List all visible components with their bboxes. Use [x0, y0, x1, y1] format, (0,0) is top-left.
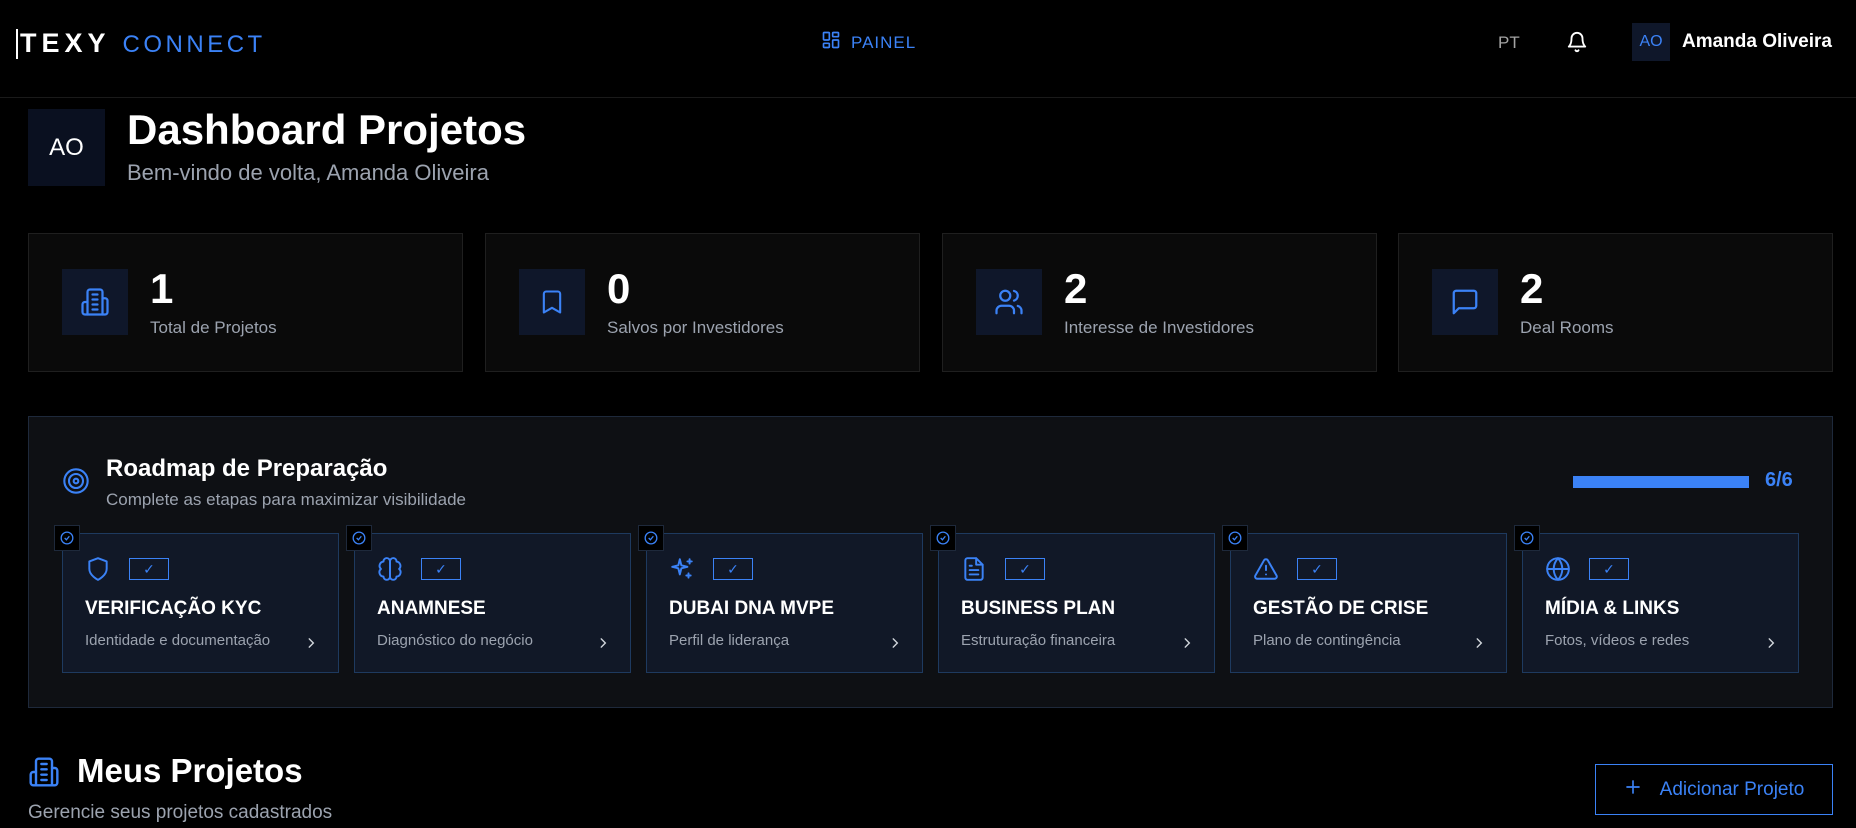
nav-painel-label: PAINEL: [851, 32, 917, 52]
step-check-badge: ✓: [129, 558, 169, 580]
stat-value: 2: [1064, 265, 1088, 312]
step-subtitle: Perfil de liderança: [669, 632, 790, 649]
roadmap-title: Roadmap de Preparação: [106, 455, 388, 482]
stat-value: 0: [607, 265, 631, 312]
brand-main: TEXY: [20, 28, 111, 58]
user-menu[interactable]: AO Amanda Oliveira: [1632, 23, 1832, 61]
step-title: MÍDIA & LINKS: [1545, 598, 1680, 619]
language-selector[interactable]: PT: [1498, 33, 1520, 53]
step-check-badge: ✓: [1589, 558, 1629, 580]
plus-icon: [1624, 778, 1642, 802]
chevron-right-icon: [1764, 634, 1778, 657]
page-avatar: AO: [28, 109, 105, 186]
stat-label: Deal Rooms: [1520, 318, 1614, 337]
globe-icon: [1545, 556, 1571, 587]
chevron-right-icon: [304, 634, 318, 657]
message-icon: [1432, 269, 1498, 335]
brand-logo[interactable]: TEXY CONNECT: [16, 28, 266, 59]
roadmap-step-dubai-dna[interactable]: ✓ DUBAI DNA MVPE Perfil de liderança: [638, 525, 923, 673]
stat-value: 1: [150, 265, 174, 312]
check-circle-icon: [638, 525, 664, 551]
step-subtitle: Identidade e documentação: [85, 632, 271, 649]
warning-icon: [1253, 556, 1279, 587]
add-project-label: Adicionar Projeto: [1659, 778, 1805, 800]
sparkles-icon: [669, 556, 695, 587]
stat-card-saved: 0 Salvos por Investidores: [485, 233, 920, 372]
step-check-badge: ✓: [1005, 558, 1045, 580]
roadmap-progress-count: 6/6: [1765, 469, 1793, 491]
bookmark-icon: [519, 269, 585, 335]
shield-icon: [85, 556, 111, 587]
stat-label: Interesse de Investidores: [1064, 318, 1254, 337]
chevron-right-icon: [1472, 634, 1486, 657]
stat-card-interest: 2 Interesse de Investidores: [942, 233, 1377, 372]
add-project-button[interactable]: Adicionar Projeto: [1595, 764, 1833, 815]
step-check-badge: ✓: [421, 558, 461, 580]
stat-card-total-projects: 1 Total de Projetos: [28, 233, 463, 372]
roadmap-step-kyc[interactable]: ✓ VERIFICAÇÃO KYC Identidade e documenta…: [54, 525, 339, 673]
nav-painel[interactable]: PAINEL: [821, 30, 916, 55]
step-subtitle: Plano de contingência: [1253, 632, 1401, 649]
step-title: GESTÃO DE CRISE: [1253, 598, 1429, 619]
stat-label: Total de Projetos: [150, 318, 277, 337]
chevron-right-icon: [888, 634, 902, 657]
roadmap-progress-fill: [1573, 476, 1749, 488]
brand-sub: CONNECT: [122, 31, 266, 58]
avatar: AO: [1632, 23, 1670, 61]
stat-value: 2: [1520, 265, 1544, 312]
building-icon: [62, 269, 128, 335]
check-circle-icon: [54, 525, 80, 551]
user-name: Amanda Oliveira: [1682, 31, 1832, 52]
projects-subtitle: Gerencie seus projetos cadastrados: [28, 802, 333, 823]
step-title: DUBAI DNA MVPE: [669, 598, 835, 619]
users-icon: [976, 269, 1042, 335]
step-subtitle: Estruturação financeira: [961, 632, 1116, 649]
stat-card-deal-rooms: 2 Deal Rooms: [1398, 233, 1833, 372]
roadmap-step-anamnese[interactable]: ✓ ANAMNESE Diagnóstico do negócio: [346, 525, 631, 673]
stat-label: Salvos por Investidores: [607, 318, 784, 337]
building-icon: [28, 756, 60, 793]
roadmap-panel: Roadmap de Preparação Complete as etapas…: [28, 416, 1833, 708]
step-check-badge: ✓: [1297, 558, 1337, 580]
step-check-badge: ✓: [713, 558, 753, 580]
roadmap-step-crisis[interactable]: ✓ GESTÃO DE CRISE Plano de contingência: [1222, 525, 1507, 673]
top-bar: TEXY CONNECT PAINEL PT AO Amanda Oliveir…: [0, 0, 1856, 98]
check-circle-icon: [346, 525, 372, 551]
check-circle-icon: [1514, 525, 1540, 551]
check-circle-icon: [930, 525, 956, 551]
projects-title: Meus Projetos: [77, 752, 303, 789]
file-icon: [961, 556, 987, 587]
brain-icon: [377, 556, 403, 587]
step-title: VERIFICAÇÃO KYC: [85, 598, 262, 619]
bell-icon[interactable]: [1566, 30, 1588, 59]
step-title: BUSINESS PLAN: [961, 598, 1116, 619]
text-cursor: [16, 28, 18, 59]
check-circle-icon: [1222, 525, 1248, 551]
step-title: ANAMNESE: [377, 598, 486, 619]
page-title: Dashboard Projetos: [127, 106, 527, 153]
chevron-right-icon: [1180, 634, 1194, 657]
chevron-right-icon: [596, 634, 610, 657]
roadmap-subtitle: Complete as etapas para maximizar visibi…: [106, 490, 466, 509]
roadmap-progress-bar: [1573, 476, 1749, 488]
step-subtitle: Fotos, vídeos e redes: [1545, 632, 1690, 649]
roadmap-step-media-links[interactable]: ✓ MÍDIA & LINKS Fotos, vídeos e redes: [1514, 525, 1799, 673]
roadmap-step-business-plan[interactable]: ✓ BUSINESS PLAN Estruturação financeira: [930, 525, 1215, 673]
page-subtitle: Bem-vindo de volta, Amanda Oliveira: [127, 160, 489, 185]
step-subtitle: Diagnóstico do negócio: [377, 632, 533, 649]
target-icon: [62, 467, 90, 500]
grid-icon: [821, 30, 841, 55]
